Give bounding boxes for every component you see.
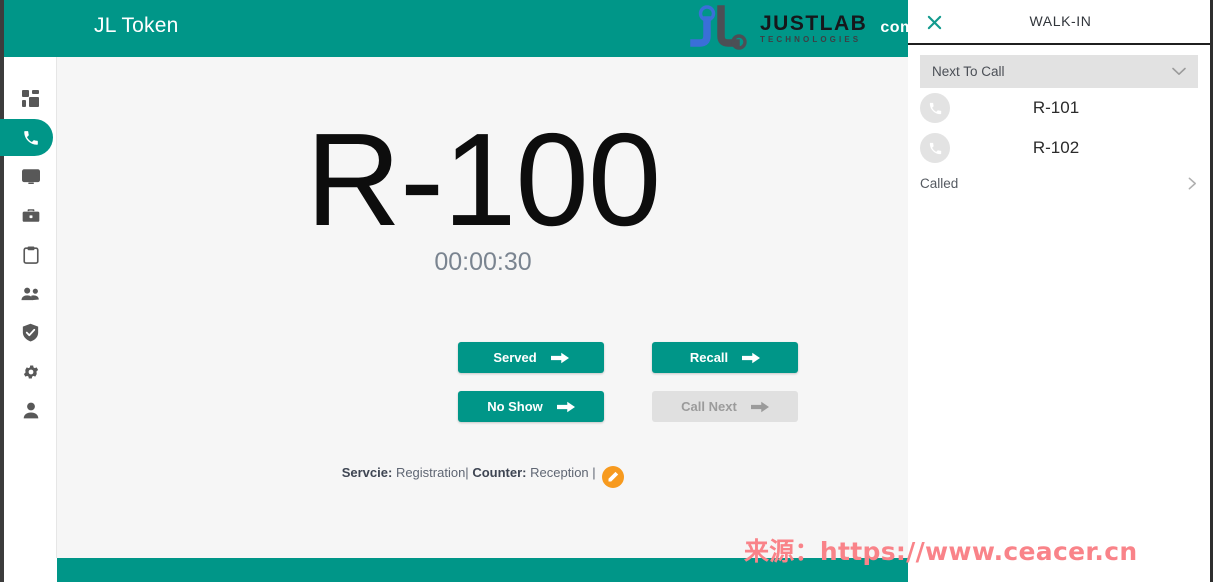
- sidebar-item-services[interactable]: [4, 196, 57, 235]
- brand-name: JUSTLAB: [760, 11, 868, 35]
- main-content: R-100 00:00:30 Served Recall No Show Cal…: [57, 57, 909, 558]
- no-show-button-label: No Show: [487, 399, 543, 414]
- called-label: Called: [920, 175, 959, 191]
- app-root: JL Token JUSTLAB TECHNOLOGIES com R-100 …: [0, 0, 1213, 582]
- action-buttons: Served Recall No Show Call Next: [458, 342, 806, 422]
- panel-title: WALK-IN: [1029, 13, 1092, 29]
- justlab-mark-icon: [690, 5, 747, 50]
- service-timer: 00:00:30: [434, 248, 532, 276]
- page-title: JL Token: [94, 14, 179, 37]
- avatar: [920, 93, 950, 123]
- edit-service-button[interactable]: [602, 466, 625, 488]
- arrow-right-icon: [742, 352, 761, 363]
- call-next-button-label: Call Next: [681, 399, 737, 414]
- clipboard-icon: [22, 246, 39, 264]
- service-counter-info: Servcie: Registration| Counter: Receptio…: [57, 465, 909, 488]
- briefcase-icon: [22, 209, 39, 222]
- phone-icon: [929, 142, 941, 154]
- sidebar-item-reports[interactable]: [4, 235, 57, 274]
- sidebar-item-users[interactable]: [4, 274, 57, 313]
- arrow-right-icon: [750, 401, 769, 412]
- arrow-right-icon: [556, 401, 575, 412]
- queue-item-token: R-102: [1032, 138, 1080, 157]
- source-watermark: 来源：https://www.ceacer.cn: [744, 537, 1138, 566]
- users-icon: [21, 287, 39, 300]
- served-button[interactable]: Served: [458, 342, 604, 373]
- avatar: [920, 133, 950, 163]
- brand-logo: JUSTLAB TECHNOLOGIES com: [688, 3, 915, 53]
- chevron-right-icon: [1188, 177, 1196, 190]
- recall-button-label: Recall: [689, 350, 729, 365]
- sidebar-item-roles[interactable]: [4, 313, 57, 352]
- phone-icon: [929, 102, 941, 114]
- counter-value: Reception |: [530, 465, 596, 480]
- sidebar: [0, 57, 57, 558]
- gear-icon: [23, 364, 38, 379]
- brand-subtitle: TECHNOLOGIES: [760, 34, 862, 44]
- sidebar-item-display[interactable]: [4, 157, 57, 196]
- panel-header: WALK-IN: [908, 0, 1210, 45]
- pencil-icon: [608, 471, 619, 482]
- brand-wordmark: JUSTLAB TECHNOLOGIES: [760, 13, 867, 44]
- walk-in-panel: WALK-IN Next To Call R-101 R-102 Called: [908, 0, 1213, 582]
- person-icon: [23, 402, 38, 419]
- monitor-icon: [21, 168, 40, 184]
- shield-icon: [22, 323, 39, 342]
- queue-item-token: R-101: [1032, 98, 1080, 117]
- recall-button[interactable]: Recall: [652, 342, 798, 373]
- service-value: Registration|: [395, 465, 469, 480]
- sidebar-item-settings[interactable]: [4, 352, 57, 391]
- current-token-number: R-100: [305, 106, 662, 253]
- sidebar-item-calls[interactable]: [0, 118, 57, 157]
- chevron-down-icon: [1172, 67, 1186, 75]
- next-to-call-select[interactable]: Next To Call: [920, 55, 1198, 88]
- queue-item[interactable]: R-101: [908, 88, 1210, 128]
- phone-icon: [23, 130, 38, 145]
- called-section-toggle[interactable]: Called: [908, 168, 1210, 198]
- grid-icon: [22, 90, 39, 107]
- arrow-right-icon: [550, 352, 569, 363]
- queue-item[interactable]: R-102: [908, 128, 1210, 168]
- call-next-button[interactable]: Call Next: [652, 391, 798, 422]
- served-button-label: Served: [493, 350, 537, 365]
- sidebar-item-profile[interactable]: [4, 391, 57, 430]
- service-label: Servcie:: [341, 465, 393, 480]
- no-show-button[interactable]: No Show: [458, 391, 604, 422]
- next-to-call-selected-value: Next To Call: [932, 64, 1005, 79]
- counter-label: Counter:: [472, 465, 527, 480]
- sidebar-item-dashboard[interactable]: [4, 79, 57, 118]
